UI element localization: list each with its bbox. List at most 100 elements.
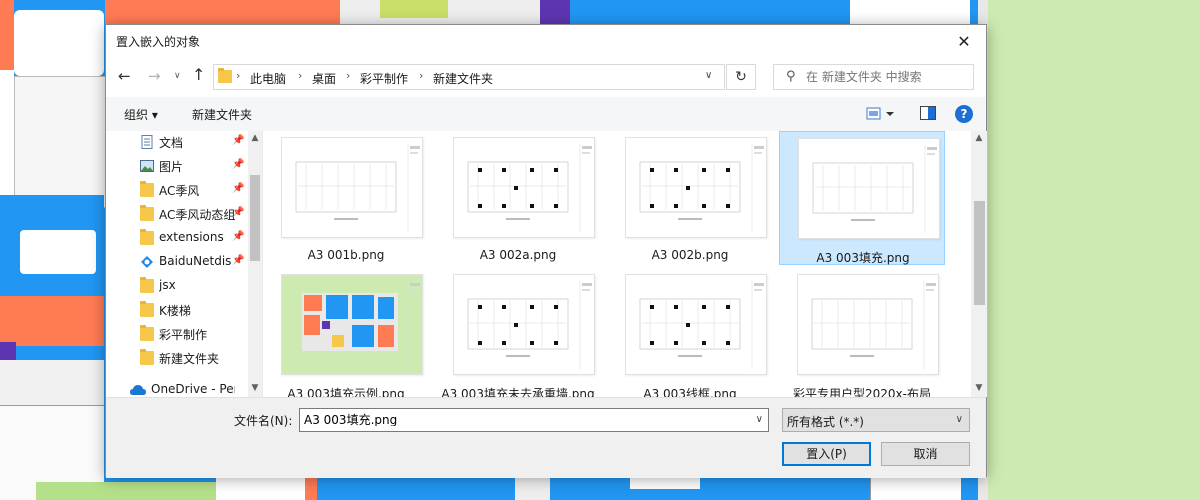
file-tile[interactable]: A3 003填充.png [779,131,945,265]
insert-button[interactable]: 置入(P) [782,442,871,466]
organize-button[interactable]: 组织 ▾ [124,106,158,123]
navigation-bar: ← → ∨ ↑ › 此电脑 › 桌面 › 彩平制作 › 新建文件夹 ∨ ↻ ⚲ [106,57,986,97]
pin-icon: 📌 [232,183,245,194]
sidebar-item-label: 新建文件夹 [159,352,220,366]
pin-icon: 📌 [232,255,245,266]
recent-locations-chevron-icon[interactable]: ∨ [174,71,181,81]
background-green-area [988,0,1200,500]
floor-plan-thumbnail-drawing [282,275,422,374]
cancel-button[interactable]: 取消 [881,442,970,466]
navigation-pane: 文档 📌 图片 📌 AC季风 📌 AC季风动态组 📌 extensions 📌 [106,131,262,397]
file-tile[interactable]: A3 002a.png [435,131,601,265]
folder-icon [140,325,154,341]
sidebar-item-label: jsx [159,278,176,292]
filename-field[interactable]: ∨ [299,408,769,432]
refresh-button[interactable]: ↻ [726,64,756,90]
sidebar-item-ac-monsoon[interactable]: AC季风 📌 [106,178,248,202]
file-name: A3 002a.png [479,248,557,262]
breadcrumb-separator: › [298,69,303,82]
sidebar-item-onedrive[interactable]: OneDrive - Perso [106,378,248,397]
pin-icon: 📌 [232,207,245,218]
scroll-down-arrow-icon[interactable]: ▼ [971,383,987,393]
folder-icon [140,229,154,245]
file-tile[interactable]: A3 003填充示例.png [263,268,429,397]
file-type-value: 所有格式 (*.*) [787,415,864,429]
file-tile[interactable]: A3 002b.png [607,131,773,265]
navigation-pane-scrollbar[interactable]: ▲ ▼ [248,131,262,397]
sidebar-item-label: 彩平制作 [159,328,208,342]
file-name: A3 003填充未去承重墙.png [441,387,595,397]
breadcrumb-separator: › [419,69,424,82]
filename-dropdown-chevron-icon[interactable]: ∨ [756,414,763,425]
floor-plan-thumbnail-drawing [626,138,766,237]
address-dropdown-chevron-icon[interactable]: ∨ [705,70,712,81]
breadcrumb-this-pc[interactable]: 此电脑 [250,70,286,87]
sidebar-item-extensions[interactable]: extensions 📌 [106,226,248,250]
file-name: A3 003线框.png [643,387,737,397]
up-arrow-icon[interactable]: ↑ [192,65,205,84]
breadcrumb-desktop[interactable]: 桌面 [312,70,336,87]
sidebar-item-k-stairs[interactable]: K楼梯 [106,298,248,322]
address-bar[interactable]: › 此电脑 › 桌面 › 彩平制作 › 新建文件夹 ∨ [213,64,725,90]
file-name: A3 001b.png [307,248,385,262]
folder-icon [140,181,154,197]
breadcrumb-separator: › [236,69,241,82]
file-tile[interactable]: A3 001b.png [263,131,429,265]
file-thumbnail [625,274,767,375]
search-icon: ⚲ [786,69,796,84]
file-thumbnail [453,274,595,375]
new-folder-button[interactable]: 新建文件夹 [192,106,252,123]
forward-arrow-icon[interactable]: → [148,67,161,85]
scrollbar-thumb[interactable] [974,201,985,305]
sidebar-item-jsx[interactable]: jsx [106,274,248,298]
floor-plan-thumbnail-drawing [454,138,594,237]
sidebar-item-documents[interactable]: 文档 📌 [106,131,248,154]
dialog-title: 置入嵌入的对象 [116,35,201,49]
folder-icon [140,205,154,221]
sidebar-item-pictures[interactable]: 图片 📌 [106,154,248,178]
search-input[interactable] [806,67,966,87]
sidebar-item-ac-monsoon-dynamic[interactable]: AC季风动态组 📌 [106,202,248,226]
scrollbar-thumb[interactable] [250,175,260,261]
file-type-select[interactable]: 所有格式 (*.*) ∨ [782,408,970,432]
sidebar-item-label: OneDrive - Perso [151,382,235,396]
scroll-up-arrow-icon[interactable]: ▲ [971,133,987,143]
file-tile[interactable]: A3 003填充未去承重墙.png [435,268,601,397]
folder-icon [140,277,154,293]
back-arrow-icon[interactable]: ← [118,67,131,85]
sidebar-item-label: K楼梯 [159,304,191,318]
scroll-up-arrow-icon[interactable]: ▲ [248,133,262,143]
folder-icon [140,349,154,365]
close-button[interactable]: ✕ [942,25,986,57]
sidebar-item-label: BaiduNetdis [159,254,232,268]
sidebar-item-new-folder[interactable]: 新建文件夹 [106,346,248,370]
file-thumbnail [798,138,940,239]
sidebar-item-baidunetdisk[interactable]: BaiduNetdis 📌 [106,250,248,274]
dialog-footer: 文件名(N): ∨ 所有格式 (*.*) ∨ 置入(P) 取消 [106,397,986,478]
change-view-icon[interactable] [866,107,896,121]
file-type-dropdown-chevron-icon: ∨ [955,414,963,425]
file-tile[interactable]: A3 003线框.png [607,268,773,397]
floor-plan-thumbnail-drawing [799,139,939,238]
sidebar-item-label: extensions [159,230,224,244]
search-box[interactable]: ⚲ [773,64,974,90]
filename-input[interactable] [304,412,744,426]
file-thumbnail [281,137,423,238]
help-icon[interactable]: ? [955,105,973,123]
preview-pane-icon[interactable] [920,106,936,120]
pin-icon: 📌 [232,135,245,146]
filename-label: 文件名(N): [234,414,293,428]
file-name: A3 003填充.png [816,251,910,265]
file-list-scrollbar[interactable]: ▲ ▼ [971,131,987,397]
sidebar-item-color-plan[interactable]: 彩平制作 [106,322,248,346]
file-name: 彩平专用户型2020x-布局 [793,387,931,397]
file-name: A3 002b.png [651,248,729,262]
file-thumbnail [453,137,595,238]
file-tile[interactable]: 彩平专用户型2020x-布局 [779,268,945,397]
folder-icon [140,301,154,317]
folder-icon [218,68,232,83]
document-icon [140,135,154,149]
breadcrumb-new-folder[interactable]: 新建文件夹 [433,70,493,87]
scroll-down-arrow-icon[interactable]: ▼ [248,383,262,393]
breadcrumb-color-plan[interactable]: 彩平制作 [360,70,408,87]
